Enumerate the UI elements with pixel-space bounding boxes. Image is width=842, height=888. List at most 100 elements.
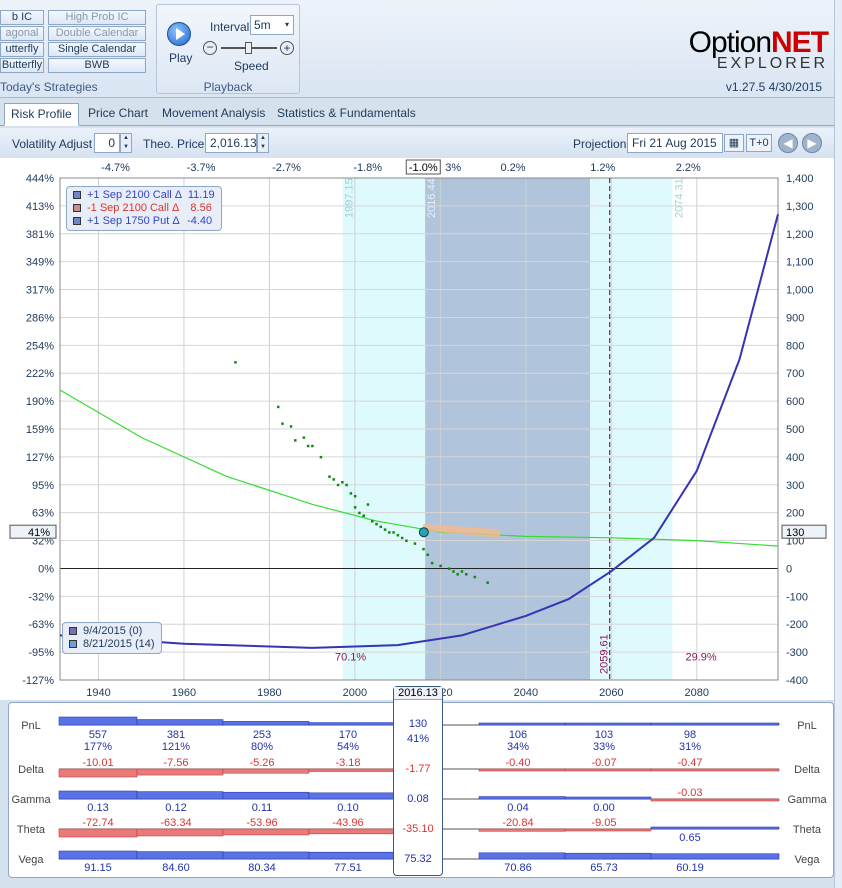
theo-price-input[interactable]: 2,016.13 bbox=[205, 133, 257, 153]
left-tick-label: 413% bbox=[26, 201, 54, 213]
greek-value: -0.03 bbox=[677, 787, 702, 799]
interval-label: Interval bbox=[210, 20, 250, 34]
position-label: +1 Sep 1750 Put bbox=[87, 215, 170, 227]
right-tick-label: 300 bbox=[786, 480, 804, 492]
right-tick-label: 1,300 bbox=[786, 201, 814, 213]
left-tick-label: 317% bbox=[26, 285, 54, 297]
left-marker-label: 41% bbox=[28, 527, 50, 539]
vertical-scrollbar[interactable] bbox=[834, 0, 842, 888]
greek-pct: 31% bbox=[679, 741, 701, 753]
strategy-button-diagonal[interactable]: agonal bbox=[0, 26, 44, 41]
scatter-point bbox=[319, 455, 323, 459]
square-icon bbox=[73, 204, 81, 213]
right-tick-label: 800 bbox=[786, 340, 804, 352]
position-delta: -4.40 bbox=[187, 215, 213, 227]
strategy-button-bwb[interactable]: BWB bbox=[48, 58, 146, 73]
greek-bar bbox=[58, 828, 138, 838]
center-vega: 75.32 bbox=[404, 853, 432, 865]
greek-row-label-left: PnL bbox=[21, 720, 41, 732]
greek-value: -10.01 bbox=[82, 757, 113, 769]
center-gamma: 0.08 bbox=[407, 793, 429, 805]
scatter-point bbox=[306, 444, 310, 448]
left-tick-label: -63% bbox=[28, 619, 54, 631]
greek-value: 70.86 bbox=[504, 862, 532, 874]
strategy-button-b-ic[interactable]: b IC bbox=[0, 10, 44, 25]
right-tick-label: 1,200 bbox=[786, 229, 814, 241]
center-theta: -35.10 bbox=[402, 823, 434, 835]
scatter-point bbox=[422, 547, 425, 551]
top-tick-label: -2.7% bbox=[272, 162, 301, 174]
greek-bar bbox=[564, 768, 652, 772]
left-tick-label: 381% bbox=[26, 229, 54, 241]
left-tick-label: -32% bbox=[28, 591, 54, 603]
volatility-spinner[interactable]: ▲ ▼ bbox=[120, 133, 132, 153]
speed-slider[interactable]: − + bbox=[203, 40, 295, 58]
right-tick-label: 400 bbox=[786, 452, 804, 464]
greek-bar bbox=[478, 768, 566, 772]
playback-group-label: Playback bbox=[203, 80, 253, 94]
tab-statistics-fundamentals[interactable]: Statistics & Fundamentals bbox=[271, 103, 422, 126]
top-tick-label: 1.2% bbox=[590, 162, 615, 174]
slider-thumb[interactable] bbox=[245, 42, 252, 54]
scatter-point bbox=[281, 422, 284, 425]
play-label[interactable]: Play bbox=[169, 51, 192, 65]
position-delta: 8.56 bbox=[190, 202, 212, 214]
scatter-point bbox=[396, 533, 400, 537]
scatter-point bbox=[465, 573, 468, 576]
greek-bar bbox=[136, 851, 224, 860]
right-tick-label: 700 bbox=[786, 368, 804, 380]
strategy-button-single-calendar[interactable]: Single Calendar bbox=[48, 42, 146, 57]
volatility-input[interactable]: 0 bbox=[94, 133, 120, 153]
greek-pct: 80% bbox=[251, 741, 273, 753]
scatter-point bbox=[456, 573, 459, 576]
scatter-point bbox=[358, 511, 361, 515]
greek-value: 0.12 bbox=[165, 802, 186, 814]
greek-bar bbox=[650, 853, 780, 860]
band-label: 2016.44 bbox=[426, 178, 438, 218]
series-label: 8/21/2015 (14) bbox=[83, 638, 155, 650]
greek-row-label-right: Gamma bbox=[787, 794, 827, 806]
greek-value: -72.74 bbox=[82, 817, 113, 829]
greek-bar bbox=[650, 798, 780, 802]
projection-date-input[interactable]: Fri 21 Aug 2015 bbox=[627, 133, 723, 153]
scatter-point bbox=[452, 570, 455, 573]
left-tick-label: -127% bbox=[22, 675, 54, 687]
arrow-left-icon[interactable]: ◀ bbox=[778, 133, 798, 153]
tab-price-chart[interactable]: Price Chart bbox=[82, 103, 154, 126]
scatter-point bbox=[405, 539, 408, 543]
greek-bar bbox=[58, 850, 138, 860]
prob-left-label: 70.1% bbox=[335, 651, 366, 663]
strategy-button-butterfly-2[interactable]: Butterfly bbox=[0, 58, 44, 73]
tab-movement-analysis[interactable]: Movement Analysis bbox=[156, 103, 271, 126]
band-label: 1997.15 bbox=[344, 178, 356, 218]
play-icon[interactable] bbox=[167, 22, 191, 46]
volatility-label: Volatility Adjust bbox=[12, 137, 93, 151]
tab-bar: Risk Profile Price Chart Movement Analys… bbox=[0, 100, 842, 126]
x-tick-label: 1940 bbox=[86, 687, 110, 699]
greek-row-label-right: PnL bbox=[797, 720, 817, 732]
scatter-point bbox=[353, 506, 357, 509]
greek-bar bbox=[136, 791, 224, 800]
minus-icon[interactable]: − bbox=[203, 41, 217, 55]
interval-value: 5m bbox=[254, 18, 271, 32]
calendar-icon[interactable]: ▦ bbox=[724, 134, 744, 152]
strategy-button-double-calendar[interactable]: Double Calendar bbox=[48, 26, 146, 41]
greek-bar bbox=[308, 792, 396, 800]
tplus-button[interactable]: T+0 bbox=[746, 134, 772, 152]
left-tick-label: 127% bbox=[26, 452, 54, 464]
greek-value: 106 bbox=[509, 729, 527, 741]
tab-risk-profile[interactable]: Risk Profile bbox=[4, 103, 79, 126]
strategy-button-high-prob-ic[interactable]: High Prob IC bbox=[48, 10, 146, 25]
strategy-button-butterfly[interactable]: utterfly bbox=[0, 42, 44, 57]
interval-select[interactable]: 5m ▾ bbox=[250, 15, 294, 35]
theo-price-spinner[interactable]: ▲ ▼ bbox=[257, 133, 269, 153]
scatter-point bbox=[276, 405, 280, 409]
arrow-right-icon[interactable]: ▶ bbox=[802, 133, 822, 153]
scatter-point bbox=[366, 503, 370, 506]
strategies-group-label: Today's Strategies bbox=[0, 80, 98, 94]
breakeven-label: 2059.61 bbox=[599, 634, 611, 674]
greek-value: 0.00 bbox=[593, 802, 614, 814]
plus-icon[interactable]: + bbox=[280, 41, 294, 55]
top-tick-label: 2.2% bbox=[676, 162, 701, 174]
right-tick-label: 500 bbox=[786, 424, 804, 436]
